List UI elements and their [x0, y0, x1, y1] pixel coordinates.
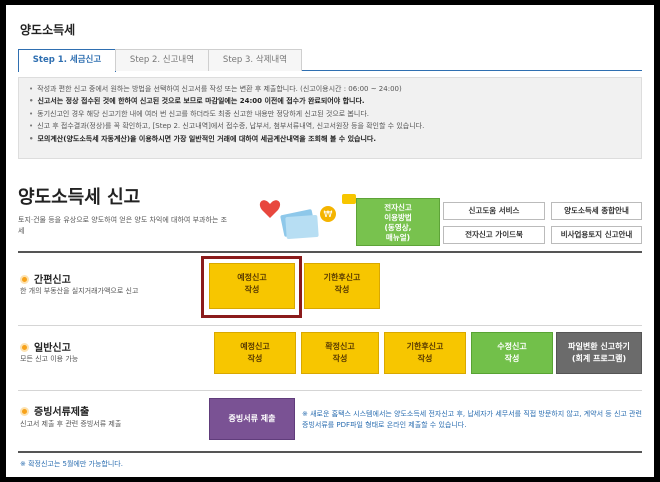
- proof-note: ※ 새로운 홈택스 시스템에서는 양도소득세 전자신고 후, 납세자가 세무서를…: [302, 410, 642, 429]
- notice-item: 모의계산(양도소득세 자동계산)을 이용하시면 가장 일반적인 거래에 대하여 …: [29, 133, 631, 145]
- simple-filing-title: 간편신고: [20, 271, 71, 286]
- general-late-button[interactable]: 기한후신고 작성: [384, 332, 466, 374]
- notice-item: 동기신고인 경우 해당 신고기한 내에 여러 번 신고를 하더라도 최종 신고한…: [29, 108, 631, 120]
- divider: [18, 251, 642, 253]
- divider: [18, 390, 642, 391]
- proof-submit-title: 증빙서류제출: [20, 403, 89, 418]
- notice-box: 작성과 편한 신고 중에서 원하는 방법을 선택하여 신고서를 작성 또는 변환…: [18, 77, 642, 159]
- proof-submit-button[interactable]: 증빙서류 제출: [209, 398, 295, 440]
- overview-button[interactable]: 양도소득세 종합안내: [551, 202, 642, 220]
- selected-highlight: [201, 256, 302, 318]
- step-tabs: Step 1. 세금신고 Step 2. 신고내역 Step 3. 삭제내역: [18, 49, 642, 72]
- notice-item: 작성과 편한 신고 중에서 원하는 방법을 선택하여 신고서를 작성 또는 변환…: [29, 83, 631, 95]
- guide-line: 전자신고: [384, 203, 412, 212]
- general-final-button[interactable]: 확정신고 작성: [301, 332, 379, 374]
- guide-line: (동영상,: [384, 223, 412, 232]
- bullet-icon: [20, 343, 29, 352]
- tab-filing-history[interactable]: Step 2. 신고내역: [115, 49, 209, 71]
- general-filing-title: 일반신고: [20, 339, 71, 354]
- simple-late-button[interactable]: 기한후신고 작성: [304, 263, 380, 309]
- section-description: 토지·건물 등을 유상으로 양도하여 얻은 양도 차익에 대하여 부과하는 조세: [18, 216, 228, 235]
- general-amend-button[interactable]: 수정신고 작성: [471, 332, 553, 374]
- general-preliminary-button[interactable]: 예정신고 작성: [214, 332, 296, 374]
- divider: [18, 451, 642, 453]
- nonbiz-land-button[interactable]: 비사업용토지 신고안내: [551, 226, 642, 244]
- guidebook-button[interactable]: 전자신고 가이드북: [443, 226, 545, 244]
- bullet-icon: [20, 275, 29, 284]
- svg-text:₩: ₩: [324, 210, 333, 220]
- notice-item: 신고서는 정상 접수된 것에 한하여 신고된 것으로 보므로 마감일에는 24:…: [29, 95, 631, 107]
- tab-deletion-history[interactable]: Step 3. 삭제내역: [208, 49, 302, 71]
- footer-note: ※ 확정신고는 5월에만 가능합니다.: [20, 460, 123, 468]
- e-filing-guide-button[interactable]: 전자신고 이용방법 (동영상, 매뉴얼): [356, 198, 440, 246]
- main-window: 양도소득세 Step 1. 세금신고 Step 2. 신고내역 Step 3. …: [6, 5, 654, 477]
- tax-illustration-icon: ₩: [259, 194, 356, 239]
- bullet-icon: [20, 407, 29, 416]
- page-title: 양도소득세: [20, 23, 76, 37]
- help-service-button[interactable]: 신고도움 서비스: [443, 202, 545, 220]
- simple-filing-desc: 한 개의 부동산을 실지거래가액으로 신고: [20, 287, 139, 295]
- general-filing-desc: 모든 신고 이용 가능: [20, 355, 79, 363]
- guide-line: 매뉴얼): [385, 233, 411, 242]
- notice-item: 신고 후 접수결과(정상)를 꼭 확인하고, [Step 2. 신고내역]에서 …: [29, 120, 631, 132]
- guide-line: 이용방법: [384, 213, 412, 222]
- file-conversion-button[interactable]: 파일변환 신고하기 (회계 프로그램): [556, 332, 642, 374]
- divider: [18, 325, 642, 326]
- section-heading: 양도소득세 신고: [18, 187, 141, 208]
- proof-submit-desc: 신고서 제출 후 관련 증빙서류 제출: [20, 420, 122, 428]
- tab-tax-filing[interactable]: Step 1. 세금신고: [18, 49, 116, 72]
